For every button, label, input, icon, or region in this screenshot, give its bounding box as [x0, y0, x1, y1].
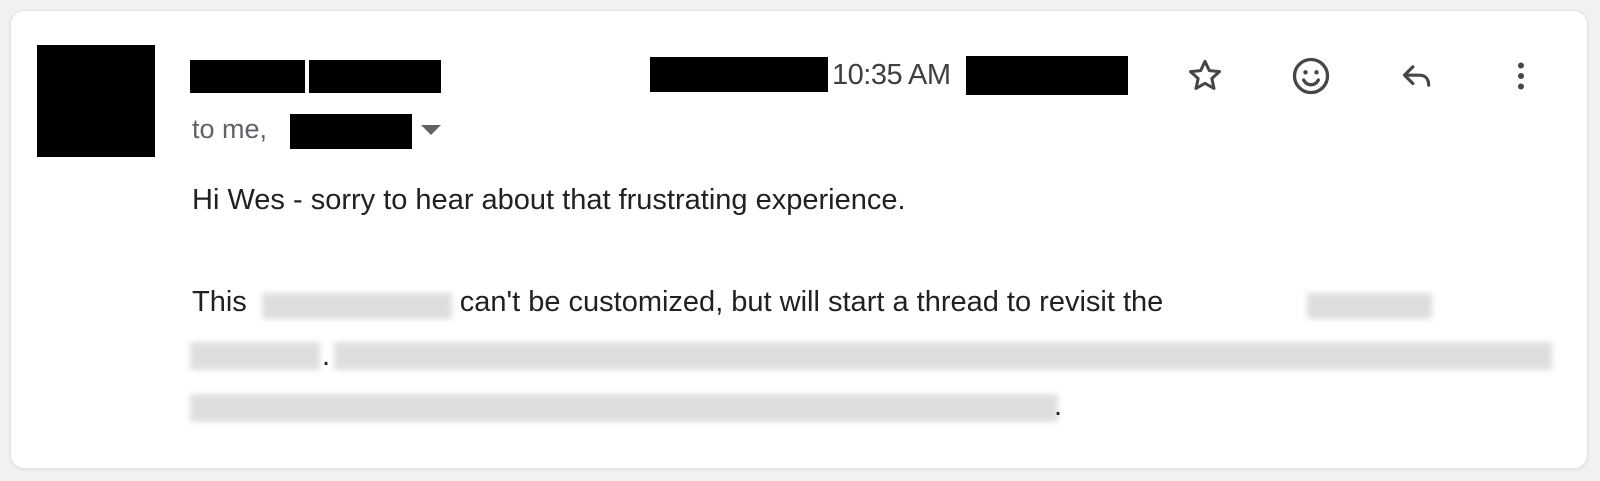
- blurred-text: [190, 394, 1058, 422]
- star-icon: [1189, 59, 1221, 90]
- more-options-button[interactable]: [1497, 52, 1545, 100]
- blurred-text: [334, 342, 1552, 370]
- body-period: .: [1054, 390, 1063, 422]
- sender-name-redacted: [190, 60, 305, 93]
- body-period: .: [322, 340, 331, 372]
- add-reaction-button[interactable]: [1287, 52, 1335, 100]
- recipients-line: to me,: [192, 114, 268, 144]
- show-details-chevron-down-icon[interactable]: [421, 125, 441, 135]
- relative-time-redacted: [966, 56, 1128, 95]
- reply-icon: [1402, 65, 1431, 87]
- more-vert-icon: [1518, 62, 1524, 90]
- blurred-text: [1307, 293, 1432, 319]
- body-text-this: This: [192, 286, 247, 318]
- sender-avatar-redacted[interactable]: [37, 45, 155, 157]
- blurred-text: [190, 342, 320, 370]
- recipient-redacted: [290, 114, 412, 149]
- emoji-icon: [1292, 57, 1330, 95]
- reply-button[interactable]: [1393, 52, 1441, 100]
- body-text-middle: can't be customized, but will start a th…: [459, 286, 1164, 318]
- date-redacted: [650, 57, 828, 92]
- sender-email-redacted: [309, 60, 441, 93]
- email-body-line-greeting: Hi Wes - sorry to hear about that frustr…: [192, 184, 906, 216]
- message-time: 10:35 AM: [832, 59, 951, 91]
- star-button[interactable]: [1181, 52, 1229, 100]
- blurred-text: [262, 293, 452, 319]
